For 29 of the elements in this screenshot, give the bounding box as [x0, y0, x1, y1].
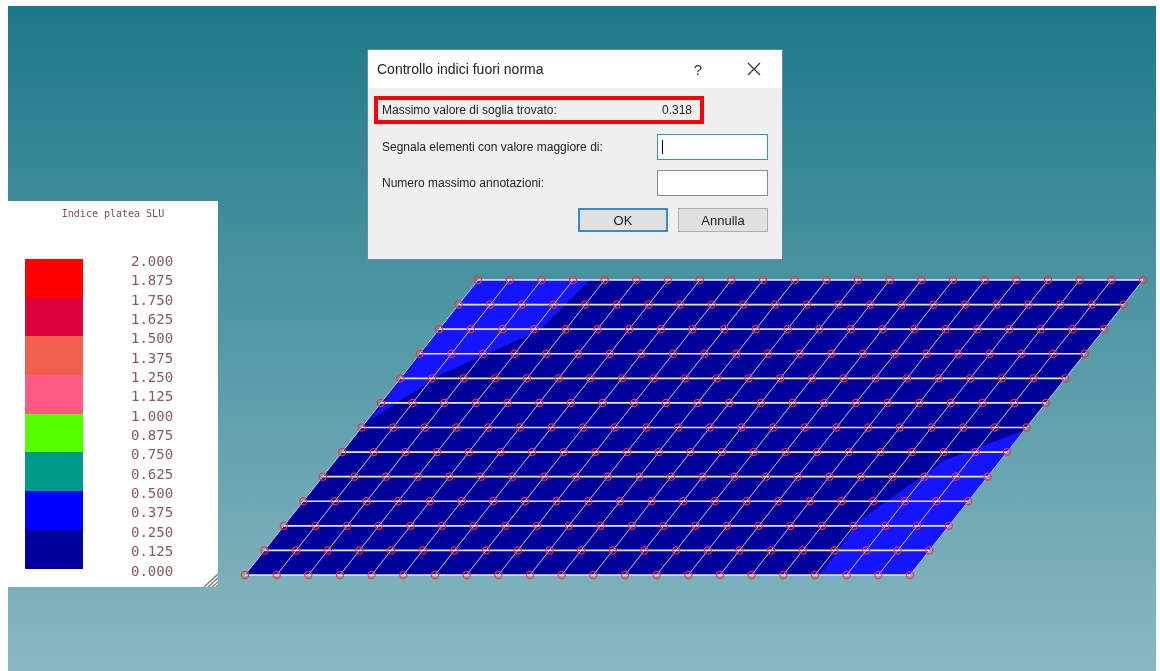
scale-value: 1.125: [131, 387, 174, 407]
scale-value: 1.875: [131, 271, 174, 291]
result-label: Massimo valore di soglia trovato:: [382, 103, 557, 117]
scale-value: 0.250: [131, 522, 174, 542]
scale-value: 1.750: [131, 290, 174, 310]
scale-value: 1.000: [131, 406, 174, 426]
scale-value: 0.750: [131, 445, 174, 465]
scale-value: 0.125: [131, 542, 174, 562]
scale-value: 0.375: [131, 503, 174, 523]
scale-value: 0.000: [131, 561, 174, 581]
help-button[interactable]: ?: [670, 54, 726, 84]
dialog-button[interactable]: Annulla: [678, 208, 768, 232]
scale-value: 0.500: [131, 484, 174, 504]
result-value: 0.318: [661, 103, 692, 117]
close-icon: [747, 62, 761, 76]
scale-value: 1.375: [131, 348, 174, 368]
scale-value: 1.500: [131, 329, 174, 349]
dialog-button[interactable]: OK: [578, 208, 668, 232]
legend-title: Indice platea SLU: [60, 208, 166, 219]
dialog-title: Controllo indici fuori norma: [377, 61, 545, 77]
input-field[interactable]: [657, 134, 768, 160]
input-field[interactable]: [657, 170, 768, 196]
scale-value: 0.875: [131, 426, 174, 446]
field-label: Segnala elementi con valore maggiore di:: [382, 140, 603, 154]
scale-value: 0.625: [131, 464, 174, 484]
scale-value: 1.250: [131, 368, 174, 388]
scale-value: 1.625: [131, 310, 174, 330]
field-label: Numero massimo annotazioni:: [382, 176, 545, 190]
scale-value: 2.000: [131, 252, 174, 271]
